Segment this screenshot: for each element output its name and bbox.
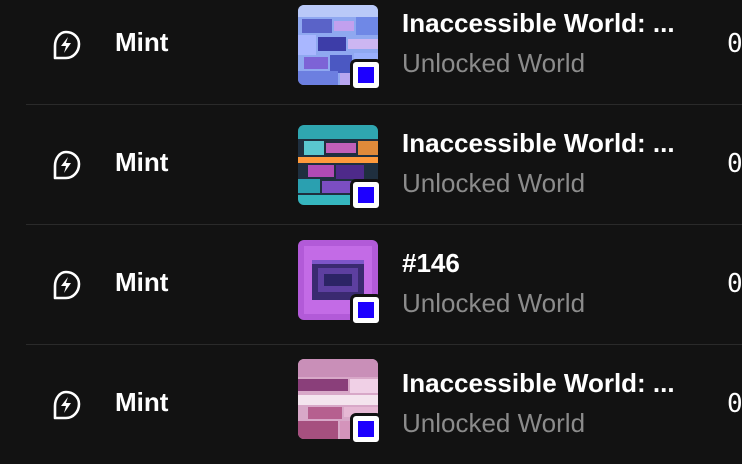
nft-thumbnail[interactable]	[298, 5, 384, 95]
item-name[interactable]: Inaccessible World: ...	[402, 128, 692, 158]
chain-logo-icon	[358, 187, 374, 203]
price-value: 0	[727, 149, 742, 179]
mint-lightning-leaf-icon	[53, 30, 81, 60]
collection-name[interactable]: Unlocked World	[402, 168, 585, 198]
event-type-label: Mint	[115, 387, 169, 417]
nft-thumbnail[interactable]	[298, 125, 384, 215]
item-name[interactable]: Inaccessible World: ...	[402, 368, 692, 398]
chain-badge	[350, 59, 382, 91]
collection-name[interactable]: Unlocked World	[402, 48, 585, 78]
activity-row[interactable]: Mint Inaccessible World: ... Unlocked Wo…	[0, 105, 742, 225]
collection-name[interactable]: Unlocked World	[402, 288, 585, 318]
chain-badge	[350, 294, 382, 326]
price-value: 0	[727, 269, 742, 299]
chain-badge	[350, 413, 382, 445]
chain-logo-icon	[358, 421, 374, 437]
nft-thumbnail[interactable]	[298, 240, 384, 330]
price-value: 0	[727, 389, 742, 419]
activity-list: Mint Inaccessible World: ... Unlocked Wo…	[0, 0, 742, 464]
activity-row[interactable]: Mint Inaccessible World: ... Unlocked Wo…	[0, 0, 742, 105]
event-type-label: Mint	[115, 147, 169, 177]
chain-badge	[350, 179, 382, 211]
nft-thumbnail[interactable]	[298, 359, 384, 449]
mint-lightning-leaf-icon	[53, 150, 81, 180]
mint-lightning-leaf-icon	[53, 390, 81, 420]
chain-logo-icon	[358, 67, 374, 83]
item-name[interactable]: Inaccessible World: ...	[402, 8, 692, 38]
price-value: 0	[727, 29, 742, 59]
activity-row[interactable]: Mint Inaccessible World: ... Unlocked Wo…	[0, 345, 742, 464]
collection-name[interactable]: Unlocked World	[402, 408, 585, 438]
activity-row[interactable]: Mint #146 Unlocked World 0	[0, 225, 742, 345]
event-type-label: Mint	[115, 267, 169, 297]
event-type-label: Mint	[115, 27, 169, 57]
item-name[interactable]: #146	[402, 248, 692, 278]
chain-logo-icon	[358, 302, 374, 318]
mint-lightning-leaf-icon	[53, 270, 81, 300]
